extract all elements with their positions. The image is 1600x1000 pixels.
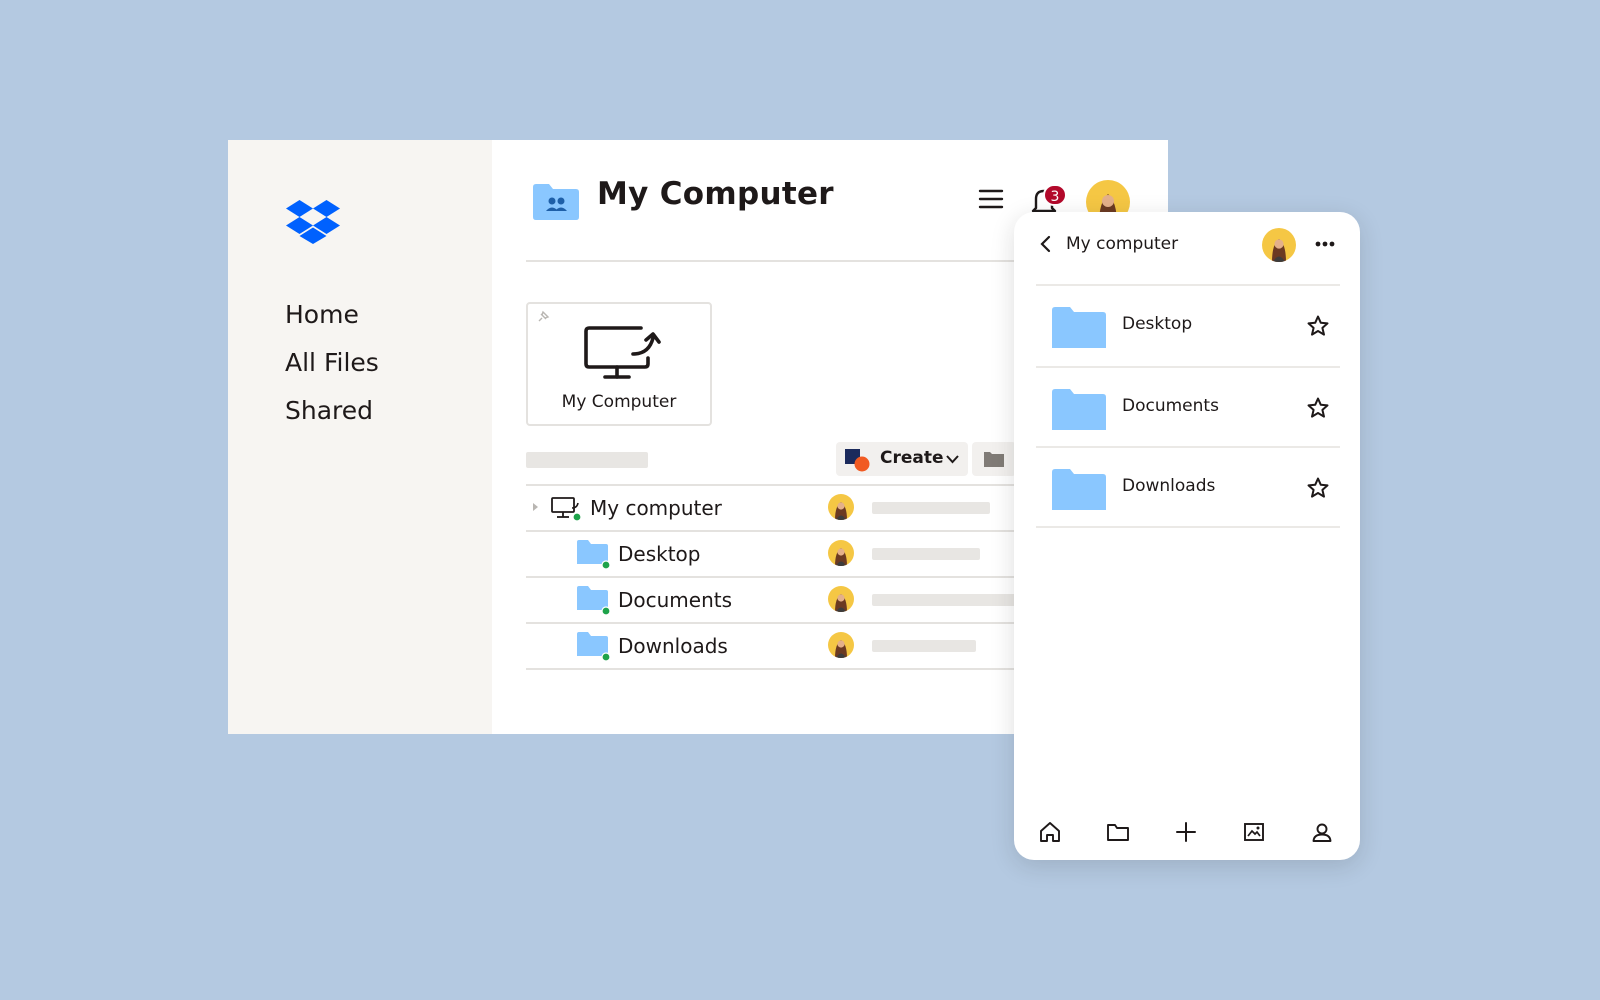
mobile-folder-desktop[interactable]: Desktop — [1036, 286, 1340, 366]
more-dots-icon[interactable] — [1314, 236, 1336, 252]
row-name: My computer — [590, 496, 722, 520]
sidebar: Home All Files Shared — [228, 140, 492, 734]
create-shapes-icon — [845, 449, 870, 472]
row-divider — [526, 668, 1016, 670]
header-divider — [526, 260, 1016, 262]
row-avatar — [828, 494, 854, 520]
star-icon[interactable] — [1306, 396, 1330, 420]
page-title: My Computer — [597, 176, 834, 212]
star-icon[interactable] — [1306, 314, 1330, 338]
user-photo-icon — [835, 548, 847, 566]
row-detail-placeholder — [872, 502, 990, 514]
mobile-folder-documents[interactable]: Documents — [1036, 368, 1340, 448]
mobile-folder-name: Desktop — [1122, 314, 1193, 334]
star-icon[interactable] — [1306, 476, 1330, 500]
folder-icon — [1052, 389, 1106, 430]
computer-icon — [551, 497, 582, 522]
user-photo-icon — [835, 640, 847, 658]
folder-icon — [577, 632, 611, 662]
table-row-downloads[interactable]: Downloads — [526, 624, 1016, 668]
folder-icon[interactable] — [1106, 820, 1130, 844]
breadcrumb-placeholder — [526, 452, 648, 468]
mobile-divider — [1036, 526, 1340, 528]
my-computer-card[interactable]: My Computer — [526, 302, 712, 426]
notification-badge: 3 — [1043, 184, 1067, 206]
photos-icon[interactable] — [1242, 820, 1266, 844]
folder-icon — [1052, 469, 1106, 510]
mobile-user-avatar[interactable] — [1262, 228, 1296, 262]
mobile-folder-downloads[interactable]: Downloads — [1036, 448, 1340, 528]
home-icon[interactable] — [1038, 820, 1062, 844]
create-button[interactable]: Create — [836, 442, 968, 476]
expand-caret-icon[interactable] — [532, 502, 540, 512]
user-photo-icon — [835, 594, 847, 612]
mobile-panel: My computer Desktop Documents Downloads — [1014, 212, 1360, 860]
mobile-folder-name: Documents — [1122, 396, 1219, 416]
row-name: Documents — [618, 588, 733, 612]
shared-folder-icon — [533, 184, 579, 220]
chevron-left-icon[interactable] — [1038, 234, 1054, 254]
row-avatar — [828, 586, 854, 612]
row-name: Downloads — [618, 634, 728, 658]
dropbox-logo-icon[interactable] — [286, 200, 340, 244]
folder-icon — [577, 586, 611, 616]
monitor-upload-icon — [584, 326, 661, 379]
card-label: My Computer — [561, 392, 677, 412]
account-icon[interactable] — [1310, 820, 1334, 844]
table-row-desktop[interactable]: Desktop — [526, 532, 1016, 576]
table-row-documents[interactable]: Documents — [526, 578, 1016, 622]
row-name: Desktop — [618, 542, 701, 566]
create-label: Create — [880, 448, 944, 468]
row-detail-placeholder — [872, 594, 1016, 606]
new-folder-button[interactable] — [972, 442, 1016, 476]
hamburger-icon[interactable] — [978, 188, 1004, 210]
row-detail-placeholder — [872, 548, 980, 560]
row-detail-placeholder — [872, 640, 976, 652]
table-row-my-computer[interactable]: My computer — [526, 486, 1016, 530]
user-photo-icon — [835, 502, 847, 520]
nav-home[interactable]: Home — [285, 300, 359, 329]
nav-all-files[interactable]: All Files — [285, 348, 379, 377]
mobile-title: My computer — [1066, 234, 1179, 254]
folder-icon — [577, 540, 611, 570]
nav-shared[interactable]: Shared — [285, 396, 373, 425]
row-avatar — [828, 632, 854, 658]
pin-icon[interactable] — [536, 310, 550, 324]
user-photo-icon — [1272, 239, 1286, 262]
plus-icon[interactable] — [1174, 820, 1198, 844]
folder-icon — [1052, 307, 1106, 348]
row-avatar — [828, 540, 854, 566]
mobile-folder-name: Downloads — [1122, 476, 1216, 496]
chevron-down-icon — [946, 455, 959, 464]
folder-icon — [984, 452, 1004, 467]
